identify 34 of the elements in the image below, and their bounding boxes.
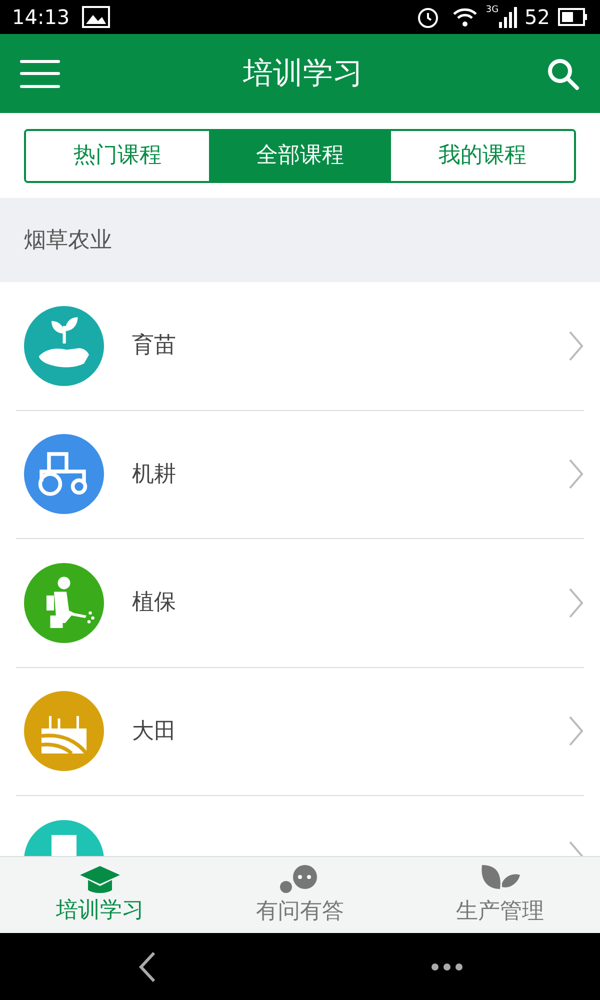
category-label: 育苗	[132, 332, 177, 360]
battery-icon	[558, 8, 588, 26]
chevron-right-icon	[568, 586, 584, 619]
sprayer-person-icon	[46, 576, 94, 628]
page-title: 培训学习	[242, 55, 364, 93]
course-category-row[interactable]: 大田	[16, 668, 584, 796]
battery-level: 52	[524, 4, 550, 31]
bottom-tab[interactable]: 培训学习	[0, 857, 200, 933]
chevron-right-icon	[568, 715, 584, 748]
section-title: 烟草农业	[24, 226, 112, 254]
category-label: 机耕	[132, 460, 177, 489]
signal-icon	[498, 6, 517, 28]
course-category-row[interactable]: 植保	[16, 539, 584, 668]
status-time: 14:13	[12, 4, 70, 31]
course-tab[interactable]: 全部课程	[208, 130, 392, 180]
more-icon[interactable]	[430, 962, 464, 972]
search-icon[interactable]	[546, 56, 580, 90]
network-type: 3G	[486, 4, 499, 17]
category-label: 大田	[132, 718, 177, 746]
image-icon	[82, 6, 110, 28]
course-category-row[interactable]: 育苗	[16, 282, 584, 410]
course-category-row[interactable]: 机耕	[16, 410, 584, 539]
farm-field-icon	[41, 716, 88, 756]
back-icon[interactable]	[136, 950, 156, 982]
graduation-cap-icon	[79, 864, 121, 894]
category-label: 植保	[132, 589, 177, 618]
bottom-tab[interactable]: 生产管理	[400, 857, 600, 933]
seedling-hand-icon	[39, 317, 89, 367]
alarm-clock-icon	[416, 5, 440, 29]
chevron-right-icon	[568, 458, 584, 490]
bottom-tab[interactable]: 有问有答	[200, 857, 400, 933]
chevron-right-icon	[568, 330, 584, 362]
wifi-icon	[452, 6, 478, 28]
tractor-icon	[38, 452, 88, 496]
